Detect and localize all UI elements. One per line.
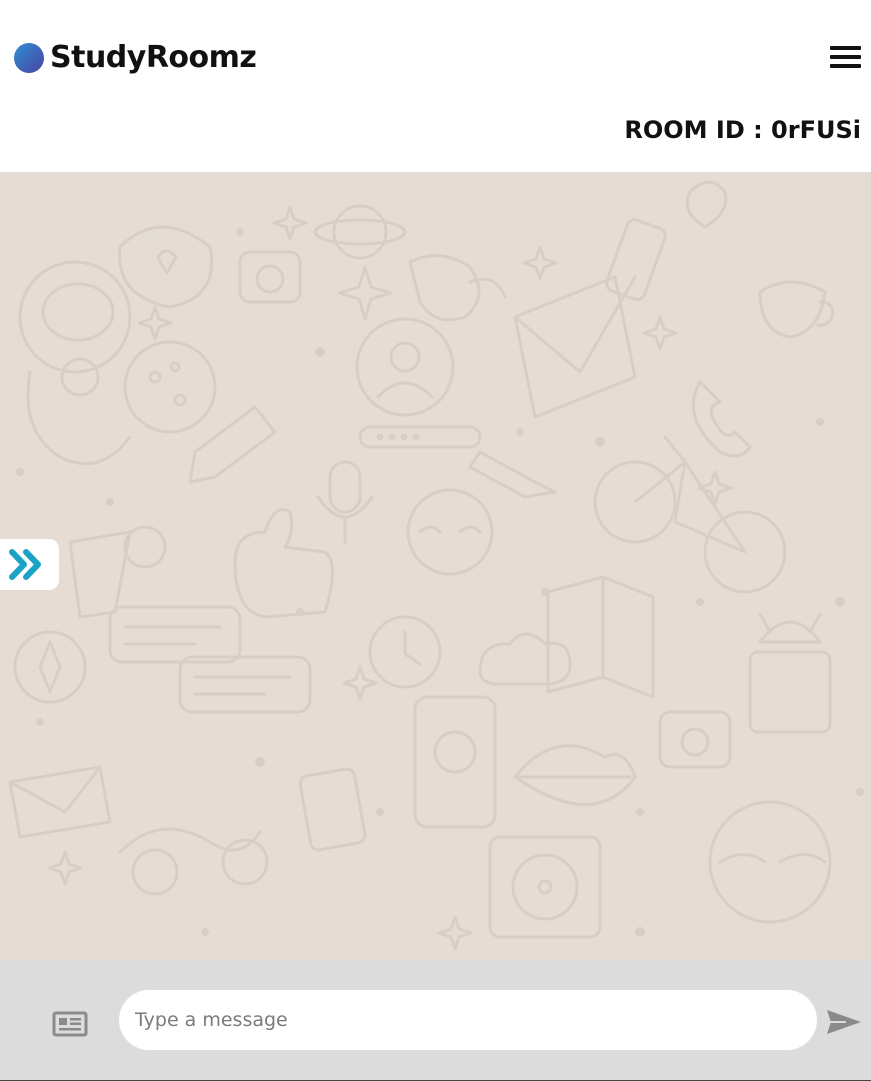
send-icon[interactable]: [826, 1008, 862, 1036]
room-id-label: ROOM ID : 0rFUSi: [624, 116, 861, 144]
chat-messages-area: [0, 172, 871, 960]
hamburger-menu-icon[interactable]: [830, 46, 862, 72]
header-bar: StudyRoomz ROOM ID : 0rFUSi: [0, 0, 871, 172]
brand-name: StudyRoomz: [50, 40, 257, 75]
logo-icon: [14, 43, 44, 73]
menu-bar-line: [830, 55, 861, 59]
menu-bar-line: [830, 64, 861, 68]
brand[interactable]: StudyRoomz: [14, 38, 257, 78]
chat-wallpaper-pattern: [8, 180, 864, 951]
message-composer: [0, 960, 871, 1081]
double-chevron-right-icon: [9, 549, 41, 580]
sidebar-toggle-button[interactable]: [0, 539, 59, 590]
message-input[interactable]: [119, 990, 817, 1050]
newspaper-icon[interactable]: [52, 1011, 88, 1037]
menu-bar-line: [830, 46, 861, 50]
